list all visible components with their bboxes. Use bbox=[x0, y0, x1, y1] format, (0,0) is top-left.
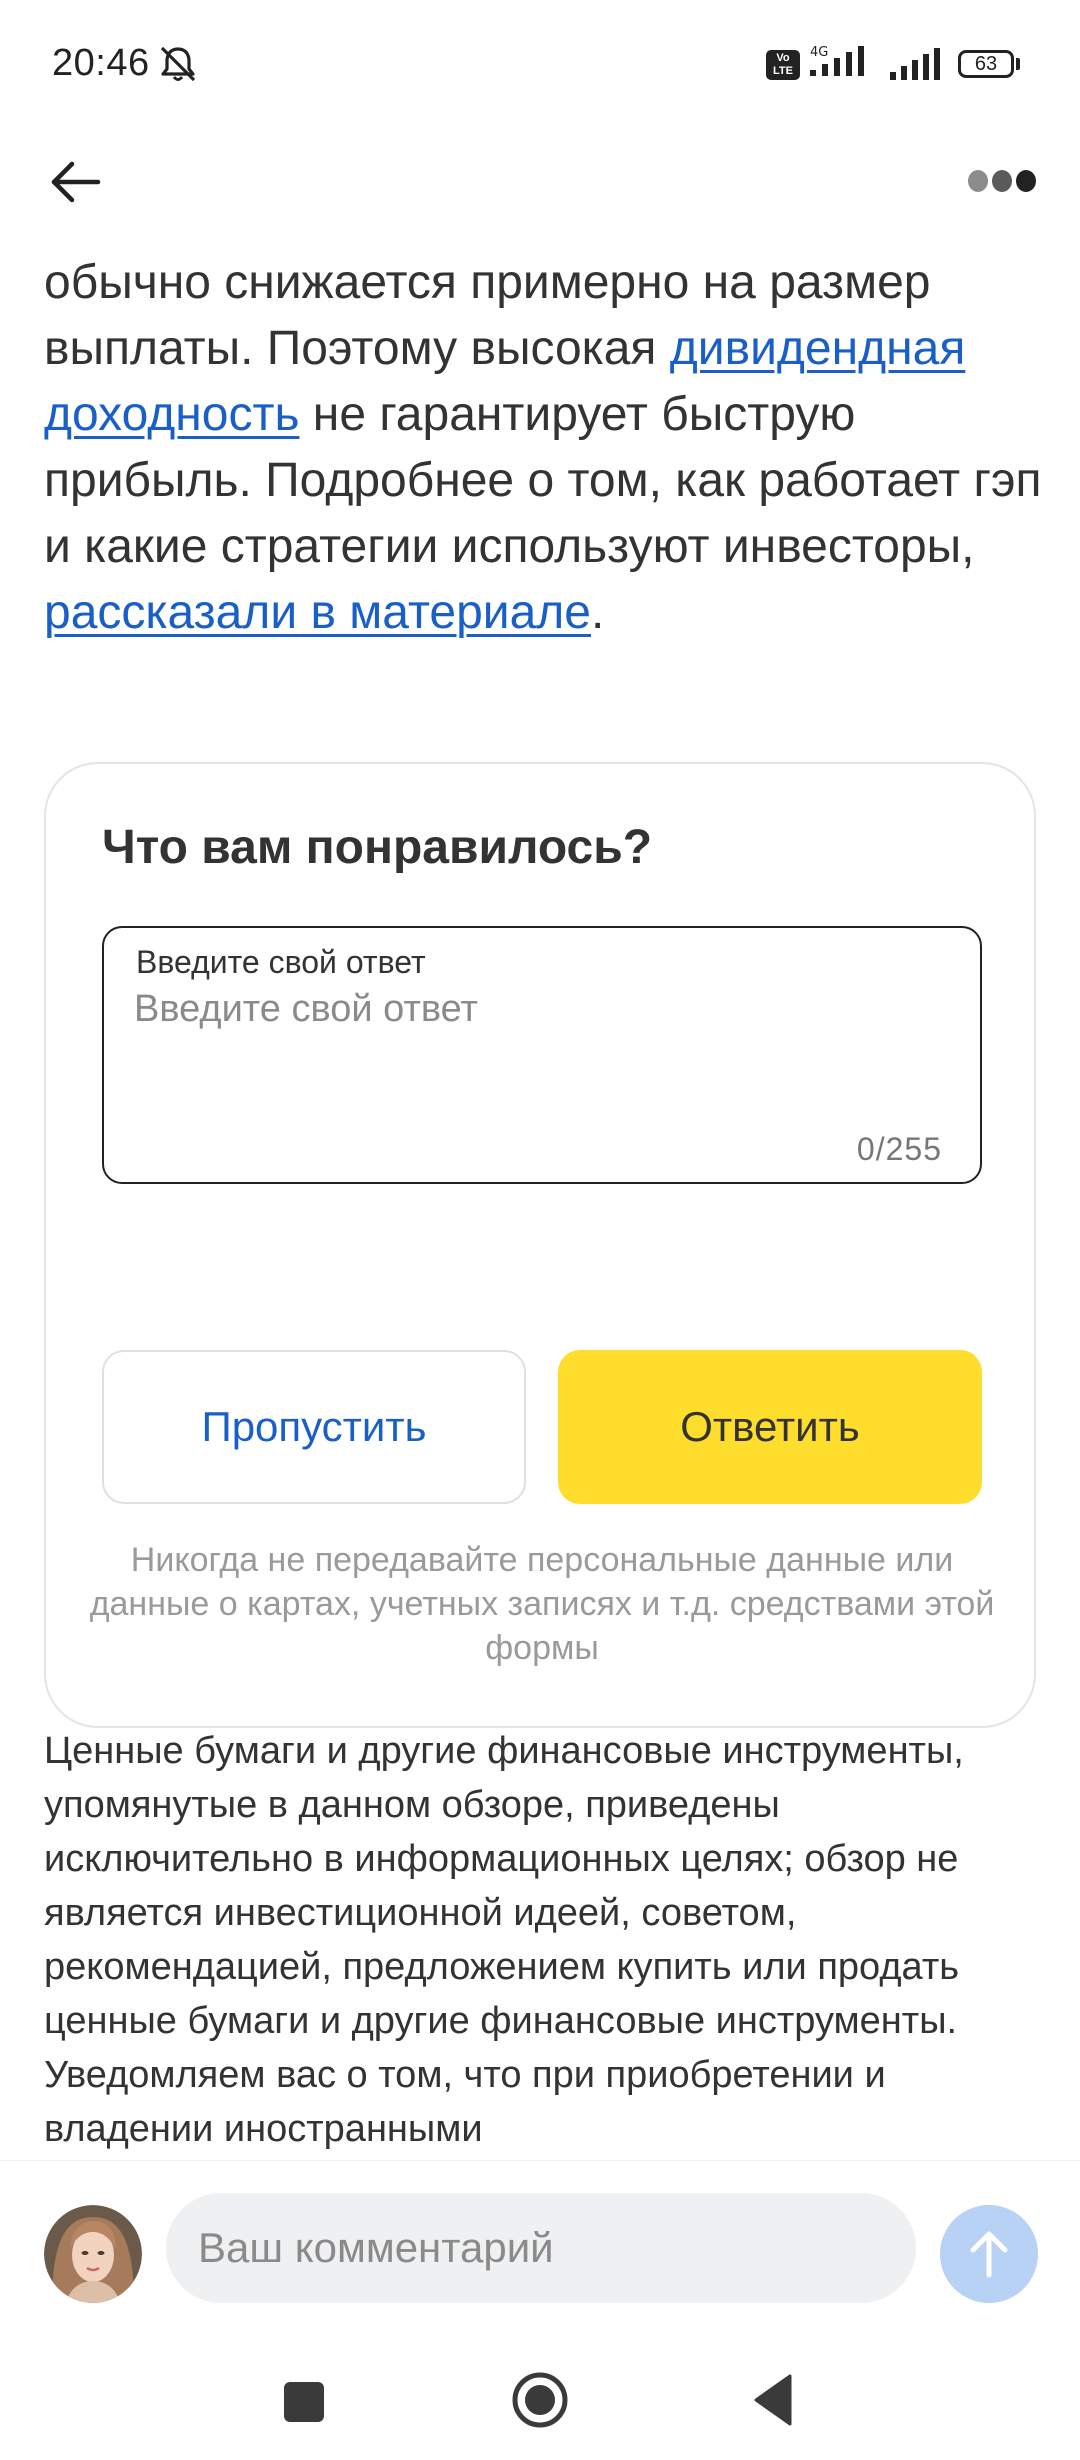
volte-icon: Vo LTE bbox=[766, 50, 800, 80]
answer-field[interactable]: Введите свой ответ 0/255 bbox=[102, 926, 982, 1184]
material-link[interactable]: рассказали в материале bbox=[44, 586, 591, 639]
comment-bar bbox=[0, 2160, 1080, 2341]
privacy-note: Никогда не передавайте персональные данн… bbox=[89, 1541, 995, 1667]
skip-button[interactable]: Пропустить bbox=[102, 1350, 526, 1504]
battery-tip bbox=[1016, 58, 1020, 70]
recents-button[interactable] bbox=[284, 2382, 324, 2422]
article-text-3: . bbox=[590, 586, 605, 639]
system-nav-bar bbox=[0, 2340, 1080, 2460]
comment-input[interactable] bbox=[166, 2193, 916, 2303]
feedback-title: Что вам понравилось? bbox=[102, 821, 653, 874]
more-dots-icon[interactable] bbox=[966, 166, 1038, 196]
feedback-card: Что вам понравилось? Введите свой ответ … bbox=[44, 762, 1036, 1728]
answer-field-label: Введите свой ответ bbox=[136, 944, 426, 980]
system-back-button[interactable] bbox=[752, 2374, 792, 2426]
user-avatar[interactable] bbox=[44, 2205, 142, 2303]
answer-input[interactable] bbox=[134, 988, 954, 1108]
signal-icon bbox=[890, 48, 940, 80]
article-paragraph: обычно снижается примерно на размер выпл… bbox=[44, 250, 1044, 646]
character-counter: 0/255 bbox=[856, 1131, 942, 1167]
page: 20:46 Vo LTE 4G 63 обычно снижается прим… bbox=[0, 0, 1080, 2460]
disclaimer-text: Ценные бумаги и другие финансовые инстру… bbox=[44, 1730, 964, 2150]
battery-level: 63 bbox=[974, 53, 998, 75]
signal-4g-icon: 4G bbox=[810, 45, 864, 76]
back-button[interactable] bbox=[44, 150, 108, 214]
status-bar: 20:46 Vo LTE 4G 63 bbox=[0, 0, 1080, 130]
send-button[interactable] bbox=[940, 2205, 1038, 2303]
volte-label: Vo LTE bbox=[773, 52, 793, 77]
status-time: 20:46 bbox=[52, 42, 150, 84]
home-button[interactable] bbox=[510, 2370, 570, 2430]
mute-icon bbox=[160, 46, 196, 82]
network-type-label: 4G bbox=[810, 45, 828, 60]
battery-icon: 63 bbox=[958, 50, 1014, 78]
submit-answer-button[interactable]: Ответить bbox=[558, 1350, 982, 1504]
